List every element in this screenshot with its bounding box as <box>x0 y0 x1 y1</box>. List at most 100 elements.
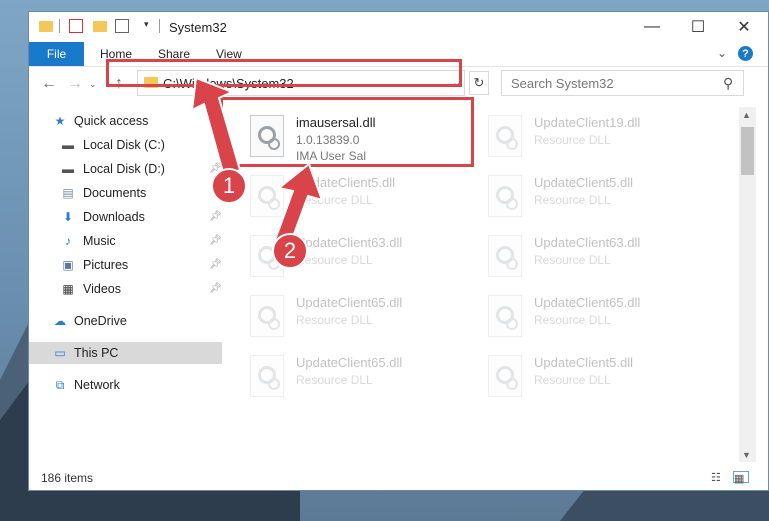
cloud-icon: ☁ <box>54 314 66 328</box>
file-item[interactable]: UpdateClient63.dll Resource DLL <box>482 231 712 291</box>
file-description: Resource DLL <box>296 313 373 327</box>
dll-file-icon <box>488 115 522 157</box>
title-bar: ▾ System32 — ☐ ✕ <box>29 12 768 42</box>
sidebar-item-label: Documents <box>83 186 147 200</box>
dll-file-icon <box>488 235 522 277</box>
file-name: UpdateClient5.dll <box>534 355 634 370</box>
scroll-down-arrow-icon[interactable]: ▼ <box>742 450 751 460</box>
large-icons-view-icon[interactable]: ▦ <box>733 471 749 485</box>
pictures-icon: ▣ <box>62 258 74 272</box>
file-description: Resource DLL <box>534 193 611 207</box>
minimize-button[interactable]: — <box>629 12 675 42</box>
drive-icon: ▬ <box>62 162 74 176</box>
search-input[interactable]: Search System32 ⚲ <box>501 70 744 96</box>
back-arrow-icon[interactable]: ← <box>41 75 57 93</box>
file-name: UpdateClient5.dll <box>296 175 396 190</box>
search-placeholder: Search System32 <box>511 76 614 91</box>
gear-icon <box>506 378 518 390</box>
tab-file[interactable]: File <box>29 42 84 66</box>
sidebar-item-label: Videos <box>83 282 121 296</box>
gear-icon <box>268 198 280 210</box>
network-icon: ⧉ <box>55 377 65 392</box>
file-item[interactable]: UpdateClient5.dll Resource DLL <box>482 171 712 231</box>
pc-icon: ▭ <box>54 346 66 360</box>
sidebar-item-network[interactable]: ⧉ Network <box>29 374 222 396</box>
navigation-pane: ★ Quick access ▬ Local Disk (C:) ▬ Local… <box>29 107 222 467</box>
sidebar-item-music[interactable]: ♪ Music 📌︎ <box>29 230 222 252</box>
sidebar-item-quick-access[interactable]: ★ Quick access <box>29 110 222 132</box>
file-name: UpdateClient65.dll <box>296 355 403 370</box>
sidebar-item-label: OneDrive <box>74 314 127 328</box>
separator <box>159 19 160 33</box>
file-name: UpdateClient63.dll <box>534 235 641 250</box>
sidebar-item-label: Downloads <box>83 210 145 224</box>
gear-icon <box>506 198 518 210</box>
item-count: 186 items <box>41 471 94 485</box>
sidebar-item-local-disk-d[interactable]: ▬ Local Disk (D:) 📌︎ <box>29 158 222 180</box>
sidebar-item-onedrive[interactable]: ☁ OneDrive <box>29 310 222 332</box>
new-folder-icon[interactable] <box>93 21 107 32</box>
file-item[interactable]: UpdateClient65.dll Resource DLL <box>244 291 474 351</box>
documents-icon: ▤ <box>62 186 74 200</box>
file-item[interactable]: UpdateClient19.dll Resource DLL <box>482 111 712 171</box>
address-bar-highlight <box>106 59 462 87</box>
gear-icon <box>268 378 280 390</box>
annotation-badge-1: 1 <box>211 168 247 204</box>
sidebar-item-videos[interactable]: ▦ Videos 📌︎ <box>29 278 222 300</box>
star-icon: ★ <box>54 114 66 128</box>
file-item[interactable]: UpdateClient5.dll Resource DLL <box>244 171 474 231</box>
gear-icon <box>506 258 518 270</box>
pin-icon[interactable]: 📌︎ <box>209 283 222 294</box>
customize-toolbar-icon[interactable] <box>115 19 129 33</box>
sidebar-item-local-disk-c[interactable]: ▬ Local Disk (C:) <box>29 134 222 156</box>
music-icon: ♪ <box>65 234 71 248</box>
pin-icon[interactable]: 📌︎ <box>209 259 222 270</box>
expand-ribbon-icon[interactable]: ⌄ <box>717 46 727 60</box>
sidebar-item-downloads[interactable]: ⬇ Downloads 📌︎ <box>29 206 222 228</box>
annotation-badge-2: 2 <box>272 233 308 269</box>
vertical-scrollbar[interactable]: ▲ ▼ <box>739 107 756 462</box>
help-icon[interactable]: ? <box>738 46 753 61</box>
sidebar-item-pictures[interactable]: ▣ Pictures 📌︎ <box>29 254 222 276</box>
pin-icon[interactable]: 📌︎ <box>209 211 222 222</box>
separator <box>59 19 60 33</box>
forward-arrow-icon[interactable]: → <box>67 75 83 93</box>
file-description: Resource DLL <box>296 193 373 207</box>
sidebar-item-documents[interactable]: ▤ Documents <box>29 182 222 204</box>
file-description: Resource DLL <box>296 373 373 387</box>
search-icon: ⚲ <box>723 75 734 91</box>
sidebar-item-this-pc[interactable]: ▭ This PC <box>29 342 222 364</box>
file-name: UpdateClient65.dll <box>296 295 403 310</box>
gear-icon <box>506 318 518 330</box>
scroll-thumb[interactable] <box>741 127 754 175</box>
file-item[interactable]: UpdateClient5.dll Resource DLL <box>482 351 712 411</box>
dll-file-icon <box>250 355 284 397</box>
file-description: Resource DLL <box>534 253 611 267</box>
sidebar-item-label: Network <box>74 378 120 392</box>
scroll-up-arrow-icon[interactable]: ▲ <box>742 110 751 120</box>
file-description: Resource DLL <box>534 133 611 147</box>
file-item[interactable]: UpdateClient65.dll Resource DLL <box>482 291 712 351</box>
sidebar-item-label: Local Disk (C:) <box>83 138 165 152</box>
file-description: Resource DLL <box>534 373 611 387</box>
maximize-button[interactable]: ☐ <box>675 12 721 42</box>
gear-icon <box>506 138 518 150</box>
chevron-down-icon[interactable]: ▾ <box>144 19 158 33</box>
file-name: UpdateClient63.dll <box>296 235 403 250</box>
file-description: Resource DLL <box>534 313 611 327</box>
gear-icon <box>268 318 280 330</box>
file-item[interactable]: UpdateClient65.dll Resource DLL <box>244 351 474 411</box>
pin-icon[interactable]: 📌︎ <box>209 235 222 246</box>
status-bar: 186 items ☷ ▦ <box>29 467 768 490</box>
refresh-button[interactable]: ↻ <box>469 71 489 95</box>
recent-locations-icon[interactable]: ⌄ <box>89 79 97 90</box>
window-title: System32 <box>169 20 227 35</box>
videos-icon: ▦ <box>62 282 74 296</box>
file-name: UpdateClient19.dll <box>534 115 641 130</box>
sidebar-item-label: Pictures <box>83 258 129 272</box>
dll-file-icon <box>488 295 522 337</box>
details-view-icon[interactable]: ☷ <box>711 471 725 484</box>
properties-icon[interactable] <box>69 19 83 33</box>
close-button[interactable]: ✕ <box>721 12 767 42</box>
dll-file-icon <box>250 295 284 337</box>
